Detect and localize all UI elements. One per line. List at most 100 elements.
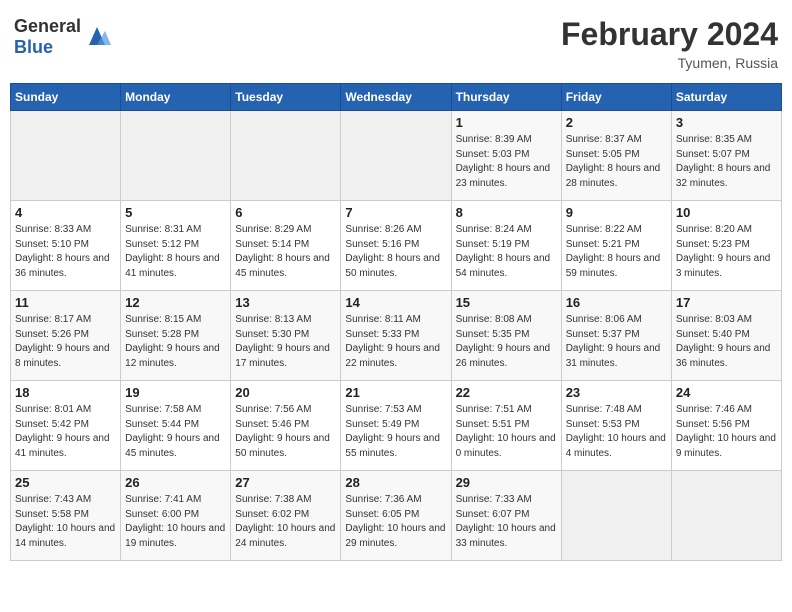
- day-info: Sunrise: 8:31 AM Sunset: 5:12 PM Dayligh…: [125, 223, 226, 281]
- calendar-cell: 6 Sunrise: 8:29 AM Sunset: 5:14 PM Daylig…: [231, 201, 341, 291]
- day-info: Sunrise: 7:38 AM Sunset: 6:02 PM Dayligh…: [235, 493, 336, 551]
- calendar-cell: 7 Sunrise: 8:26 AM Sunset: 5:16 PM Daylig…: [341, 201, 451, 291]
- calendar-cell: 22 Sunrise: 7:51 AM Sunset: 5:51 PM Dayli…: [451, 381, 561, 471]
- calendar-cell: 10 Sunrise: 8:20 AM Sunset: 5:23 PM Dayli…: [671, 201, 781, 291]
- calendar-cell: [561, 471, 671, 561]
- day-number: 14: [345, 295, 446, 310]
- day-info: Sunrise: 8:03 AM Sunset: 5:40 PM Dayligh…: [676, 313, 777, 371]
- day-info: Sunrise: 8:35 AM Sunset: 5:07 PM Dayligh…: [676, 133, 777, 191]
- day-number: 1: [456, 115, 557, 130]
- day-number: 23: [566, 385, 667, 400]
- day-info: Sunrise: 8:13 AM Sunset: 5:30 PM Dayligh…: [235, 313, 336, 371]
- logo-text: General Blue: [14, 16, 81, 58]
- calendar-location: Tyumen, Russia: [561, 55, 778, 71]
- day-info: Sunrise: 8:06 AM Sunset: 5:37 PM Dayligh…: [566, 313, 667, 371]
- calendar-cell: 29Sunrise: 7:33 AM Sunset: 6:07 PM Dayli…: [451, 471, 561, 561]
- calendar-header: SundayMondayTuesdayWednesdayThursdayFrid…: [11, 84, 782, 111]
- calendar-table: SundayMondayTuesdayWednesdayThursdayFrid…: [10, 83, 782, 561]
- calendar-cell: 26 Sunrise: 7:41 AM Sunset: 6:00 PM Dayli…: [121, 471, 231, 561]
- day-number: 25: [15, 475, 116, 490]
- calendar-cell: 27 Sunrise: 7:38 AM Sunset: 6:02 PM Dayli…: [231, 471, 341, 561]
- weekday-header-sunday: Sunday: [11, 84, 121, 111]
- calendar-body: 1 Sunrise: 8:39 AM Sunset: 5:03 PM Daylig…: [11, 111, 782, 561]
- day-number: 12: [125, 295, 226, 310]
- day-number: 13: [235, 295, 336, 310]
- day-number: 21: [345, 385, 446, 400]
- calendar-cell: 2 Sunrise: 8:37 AM Sunset: 5:05 PM Daylig…: [561, 111, 671, 201]
- calendar-week-row: 11Sunrise: 8:17 AM Sunset: 5:26 PM Dayli…: [11, 291, 782, 381]
- day-info: Sunrise: 7:43 AM Sunset: 5:58 PM Dayligh…: [15, 493, 116, 551]
- calendar-week-row: 1 Sunrise: 8:39 AM Sunset: 5:03 PM Daylig…: [11, 111, 782, 201]
- calendar-title: February 2024: [561, 16, 778, 53]
- calendar-cell: 11Sunrise: 8:17 AM Sunset: 5:26 PM Dayli…: [11, 291, 121, 381]
- calendar-cell: 1 Sunrise: 8:39 AM Sunset: 5:03 PM Daylig…: [451, 111, 561, 201]
- calendar-cell: 9Sunrise: 8:22 AM Sunset: 5:21 PM Daylig…: [561, 201, 671, 291]
- weekday-header-thursday: Thursday: [451, 84, 561, 111]
- calendar-cell: 15Sunrise: 8:08 AM Sunset: 5:35 PM Dayli…: [451, 291, 561, 381]
- calendar-cell: 13 Sunrise: 8:13 AM Sunset: 5:30 PM Dayli…: [231, 291, 341, 381]
- day-number: 3: [676, 115, 777, 130]
- logo: General Blue: [14, 16, 111, 58]
- day-number: 22: [456, 385, 557, 400]
- day-number: 19: [125, 385, 226, 400]
- day-number: 2: [566, 115, 667, 130]
- day-number: 20: [235, 385, 336, 400]
- day-number: 6: [235, 205, 336, 220]
- weekday-header-friday: Friday: [561, 84, 671, 111]
- calendar-cell: [671, 471, 781, 561]
- calendar-cell: 3 Sunrise: 8:35 AM Sunset: 5:07 PM Daylig…: [671, 111, 781, 201]
- day-info: Sunrise: 7:53 AM Sunset: 5:49 PM Dayligh…: [345, 403, 446, 461]
- day-info: Sunrise: 8:39 AM Sunset: 5:03 PM Dayligh…: [456, 133, 557, 191]
- calendar-cell: 12 Sunrise: 8:15 AM Sunset: 5:28 PM Dayli…: [121, 291, 231, 381]
- calendar-cell: 18Sunrise: 8:01 AM Sunset: 5:42 PM Dayli…: [11, 381, 121, 471]
- calendar-cell: [11, 111, 121, 201]
- calendar-cell: 21 Sunrise: 7:53 AM Sunset: 5:49 PM Dayli…: [341, 381, 451, 471]
- calendar-cell: [231, 111, 341, 201]
- calendar-cell: [121, 111, 231, 201]
- weekday-header-monday: Monday: [121, 84, 231, 111]
- day-info: Sunrise: 8:26 AM Sunset: 5:16 PM Dayligh…: [345, 223, 446, 281]
- day-info: Sunrise: 8:08 AM Sunset: 5:35 PM Dayligh…: [456, 313, 557, 371]
- day-info: Sunrise: 7:48 AM Sunset: 5:53 PM Dayligh…: [566, 403, 667, 461]
- calendar-week-row: 25 Sunrise: 7:43 AM Sunset: 5:58 PM Dayli…: [11, 471, 782, 561]
- logo-general: General: [14, 16, 81, 36]
- day-info: Sunrise: 8:15 AM Sunset: 5:28 PM Dayligh…: [125, 313, 226, 371]
- day-info: Sunrise: 8:11 AM Sunset: 5:33 PM Dayligh…: [345, 313, 446, 371]
- calendar-cell: 24 Sunrise: 7:46 AM Sunset: 5:56 PM Dayli…: [671, 381, 781, 471]
- day-info: Sunrise: 8:33 AM Sunset: 5:10 PM Dayligh…: [15, 223, 116, 281]
- day-number: 10: [676, 205, 777, 220]
- weekday-row: SundayMondayTuesdayWednesdayThursdayFrid…: [11, 84, 782, 111]
- weekday-header-saturday: Saturday: [671, 84, 781, 111]
- day-info: Sunrise: 7:46 AM Sunset: 5:56 PM Dayligh…: [676, 403, 777, 461]
- day-info: Sunrise: 7:58 AM Sunset: 5:44 PM Dayligh…: [125, 403, 226, 461]
- calendar-cell: 14 Sunrise: 8:11 AM Sunset: 5:33 PM Dayli…: [341, 291, 451, 381]
- calendar-cell: 4Sunrise: 8:33 AM Sunset: 5:10 PM Daylig…: [11, 201, 121, 291]
- calendar-week-row: 18Sunrise: 8:01 AM Sunset: 5:42 PM Dayli…: [11, 381, 782, 471]
- calendar-cell: 16 Sunrise: 8:06 AM Sunset: 5:37 PM Dayli…: [561, 291, 671, 381]
- day-number: 28: [345, 475, 446, 490]
- calendar-cell: 28 Sunrise: 7:36 AM Sunset: 6:05 PM Dayli…: [341, 471, 451, 561]
- day-number: 7: [345, 205, 446, 220]
- page-header: General Blue February 2024 Tyumen, Russi…: [10, 10, 782, 77]
- day-info: Sunrise: 8:29 AM Sunset: 5:14 PM Dayligh…: [235, 223, 336, 281]
- day-number: 11: [15, 295, 116, 310]
- calendar-cell: 5 Sunrise: 8:31 AM Sunset: 5:12 PM Daylig…: [121, 201, 231, 291]
- calendar-cell: 20Sunrise: 7:56 AM Sunset: 5:46 PM Dayli…: [231, 381, 341, 471]
- day-number: 26: [125, 475, 226, 490]
- calendar-cell: [341, 111, 451, 201]
- day-info: Sunrise: 8:22 AM Sunset: 5:21 PM Dayligh…: [566, 223, 667, 281]
- calendar-cell: 23 Sunrise: 7:48 AM Sunset: 5:53 PM Dayli…: [561, 381, 671, 471]
- day-number: 29: [456, 475, 557, 490]
- day-info: Sunrise: 8:20 AM Sunset: 5:23 PM Dayligh…: [676, 223, 777, 281]
- day-number: 24: [676, 385, 777, 400]
- day-info: Sunrise: 7:36 AM Sunset: 6:05 PM Dayligh…: [345, 493, 446, 551]
- day-info: Sunrise: 7:41 AM Sunset: 6:00 PM Dayligh…: [125, 493, 226, 551]
- day-number: 27: [235, 475, 336, 490]
- weekday-header-wednesday: Wednesday: [341, 84, 451, 111]
- day-number: 16: [566, 295, 667, 310]
- day-info: Sunrise: 8:37 AM Sunset: 5:05 PM Dayligh…: [566, 133, 667, 191]
- calendar-cell: 25 Sunrise: 7:43 AM Sunset: 5:58 PM Dayli…: [11, 471, 121, 561]
- day-info: Sunrise: 7:51 AM Sunset: 5:51 PM Dayligh…: [456, 403, 557, 461]
- calendar-cell: 17Sunrise: 8:03 AM Sunset: 5:40 PM Dayli…: [671, 291, 781, 381]
- day-number: 5: [125, 205, 226, 220]
